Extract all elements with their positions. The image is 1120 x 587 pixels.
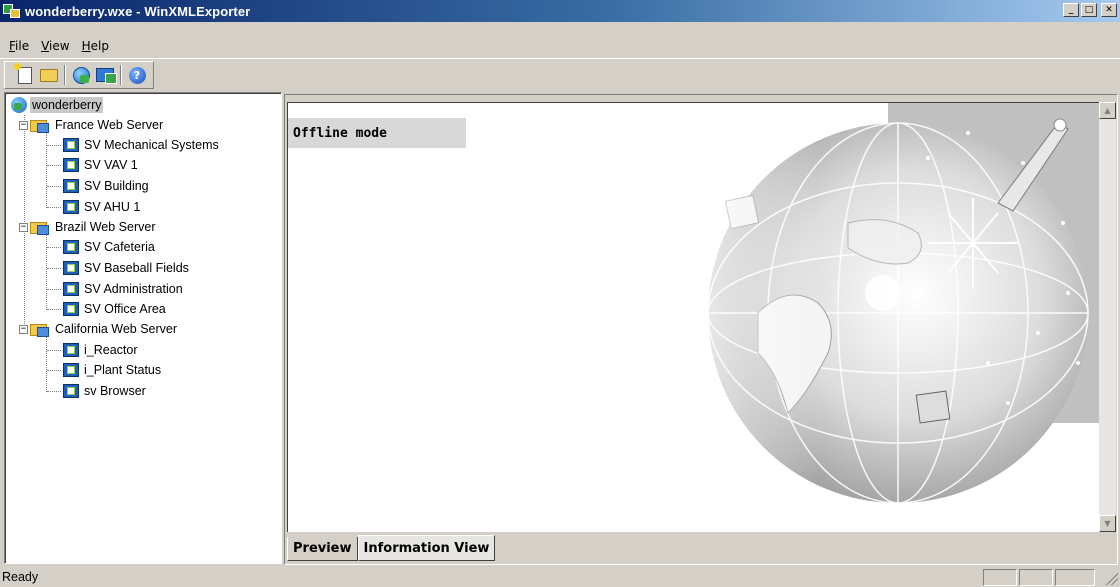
open-folder-icon <box>40 68 58 82</box>
globe-icon <box>72 66 90 84</box>
server-folder-icon <box>30 219 50 235</box>
toolbar-separator <box>64 65 66 85</box>
tree-node-label: France Web Server <box>55 118 164 132</box>
app-icon <box>3 3 21 19</box>
menu-bar: File View Help <box>0 36 115 56</box>
tree-leaf[interactable]: SV Baseball Fields <box>63 258 191 278</box>
page-icon <box>63 363 79 377</box>
tab-information-view[interactable]: Information View <box>357 535 496 561</box>
status-bar: Ready <box>0 568 1120 587</box>
new-icon <box>14 62 32 84</box>
tree-node-label: California Web Server <box>55 322 178 336</box>
server-tree[interactable]: wonderberry − France Web Server SV Mecha… <box>4 92 282 564</box>
connect-button[interactable] <box>69 64 93 86</box>
vertical-scrollbar[interactable]: ▲ ▼ <box>1099 102 1116 532</box>
content-pane: Offline mode ▲ ▼ Preview Information Vie… <box>284 94 1118 565</box>
title-bar[interactable]: wonderberry.wxe - WinXMLExporter _ □ ✕ <box>0 0 1120 22</box>
tree-leaf-label: SV Building <box>84 179 149 193</box>
status-panel <box>1019 569 1053 586</box>
tree-node-california[interactable]: − California Web Server <box>19 319 179 339</box>
status-panel <box>1055 569 1095 586</box>
collapse-icon[interactable]: − <box>19 120 28 130</box>
page-icon <box>63 200 79 214</box>
tree-leaf[interactable]: SV Cafeteria <box>63 237 157 257</box>
menu-help[interactable]: Help <box>76 39 115 53</box>
tree-leaf-label: SV Administration <box>84 282 183 296</box>
status-panel <box>983 569 1017 586</box>
export-button[interactable] <box>93 64 117 86</box>
help-icon: ? <box>128 66 146 84</box>
tree-leaf[interactable]: i_Plant Status <box>63 360 163 380</box>
collapse-icon[interactable]: − <box>19 222 28 232</box>
tree-leaf-label: SV Baseball Fields <box>84 261 189 275</box>
maximize-button[interactable]: □ <box>1081 3 1097 17</box>
help-button[interactable]: ? <box>125 64 149 86</box>
tree-root-label: wonderberry <box>30 97 104 113</box>
page-icon <box>63 343 79 357</box>
page-icon <box>63 302 79 316</box>
page-icon <box>63 179 79 193</box>
tree-leaf-label: i_Plant Status <box>84 363 162 377</box>
tree-leaf-label: i_Reactor <box>84 343 138 357</box>
toolbar: ? <box>0 58 1120 90</box>
tree-leaf[interactable]: SV Building <box>63 176 151 196</box>
tree-leaf[interactable]: SV Office Area <box>63 299 168 319</box>
page-icon <box>63 261 79 275</box>
information-view[interactable]: Offline mode <box>287 102 1100 532</box>
globe-illustration <box>668 103 1100 532</box>
minimize-button[interactable]: _ <box>1063 3 1079 17</box>
page-icon <box>63 282 79 296</box>
tree-leaf-label: sv Browser <box>84 384 146 398</box>
globe-icon <box>11 97 27 113</box>
open-button[interactable] <box>37 64 61 86</box>
tree-leaf-label: SV Office Area <box>84 302 166 316</box>
tree-root[interactable]: wonderberry <box>11 95 104 115</box>
tree-leaf[interactable]: SV Administration <box>63 279 185 299</box>
tab-preview[interactable]: Preview <box>287 537 358 561</box>
server-folder-icon <box>30 321 50 337</box>
offline-mode-label: Offline mode <box>288 118 466 148</box>
page-icon <box>63 138 79 152</box>
menu-file[interactable]: File <box>3 39 35 53</box>
tree-node-brazil[interactable]: − Brazil Web Server <box>19 217 158 237</box>
tree-leaf-label: SV VAV 1 <box>84 158 138 172</box>
tree-leaf[interactable]: SV VAV 1 <box>63 155 140 175</box>
window-title: wonderberry.wxe - WinXMLExporter <box>25 3 251 19</box>
toolbar-separator <box>120 65 122 85</box>
page-icon <box>63 158 79 172</box>
server-folder-icon <box>30 117 50 133</box>
tree-leaf-label: SV Cafeteria <box>84 240 155 254</box>
tree-leaf[interactable]: SV Mechanical Systems <box>63 135 221 155</box>
tree-leaf-label: SV AHU 1 <box>84 200 141 214</box>
menu-view[interactable]: View <box>35 39 75 53</box>
status-text: Ready <box>2 570 39 584</box>
page-icon <box>63 240 79 254</box>
tree-node-label: Brazil Web Server <box>55 220 156 234</box>
scroll-down-icon[interactable]: ▼ <box>1099 515 1116 532</box>
collapse-icon[interactable]: − <box>19 324 28 334</box>
tree-node-france[interactable]: − France Web Server <box>19 115 165 135</box>
new-button[interactable] <box>13 62 37 86</box>
export-icon <box>96 68 117 84</box>
close-button[interactable]: ✕ <box>1101 3 1117 17</box>
tree-leaf[interactable]: sv Browser <box>63 381 148 401</box>
scroll-up-icon[interactable]: ▲ <box>1099 102 1116 119</box>
view-tabs: Preview Information View <box>287 535 496 561</box>
tree-leaf-label: SV Mechanical Systems <box>84 138 219 152</box>
page-icon <box>63 384 79 398</box>
tree-leaf[interactable]: i_Reactor <box>63 340 140 360</box>
resize-grip-icon[interactable] <box>1106 573 1118 585</box>
tree-leaf[interactable]: SV AHU 1 <box>63 197 142 217</box>
